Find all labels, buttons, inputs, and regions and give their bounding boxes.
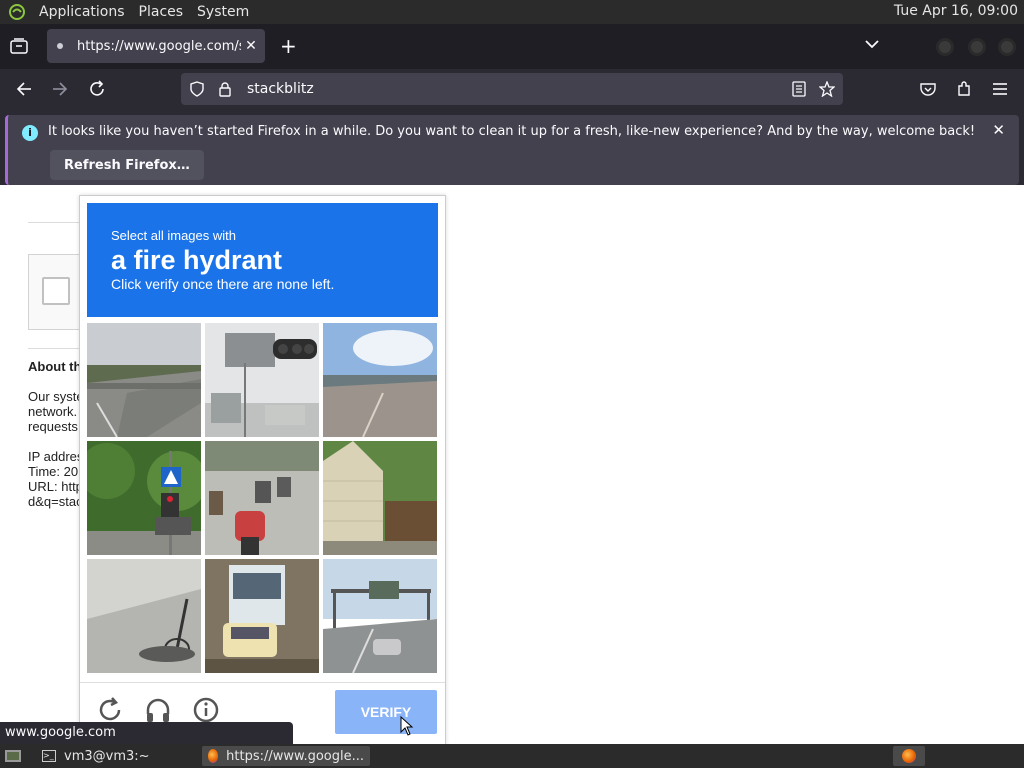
- url-bar[interactable]: stackblitz: [181, 73, 843, 105]
- para-line: requests: [28, 419, 78, 434]
- audio-challenge-icon[interactable]: [144, 696, 172, 724]
- reload-challenge-icon[interactable]: [96, 696, 124, 724]
- url-line: URL: http: [28, 479, 83, 494]
- clock[interactable]: Tue Apr 16, 09:00: [894, 3, 1018, 19]
- active-tab[interactable]: https://www.google.com/sorry/index ✕: [47, 29, 265, 63]
- close-window-button[interactable]: [998, 38, 1016, 56]
- maximize-button[interactable]: [968, 38, 986, 56]
- verify-button[interactable]: VERIFY: [335, 690, 437, 734]
- url-continued-line: d&q=stac: [28, 494, 83, 509]
- tab-favicon-icon: [57, 43, 63, 49]
- challenge-header: Select all images with a fire hydrant Cl…: [87, 203, 438, 317]
- reload-icon[interactable]: [85, 77, 109, 101]
- terminal-icon: >_: [42, 750, 56, 762]
- image-tile-4[interactable]: [87, 441, 201, 555]
- shield-icon[interactable]: [185, 77, 209, 101]
- bottom-taskbar: >_ vm3@vm3:~ https://www.google...: [0, 744, 1024, 768]
- notification-panel: i It looks like you haven’t started Fire…: [5, 115, 1019, 185]
- back-icon[interactable]: [12, 77, 36, 101]
- lock-icon[interactable]: [213, 77, 237, 101]
- tab-close-icon[interactable]: ✕: [241, 38, 261, 54]
- system-menu[interactable]: System: [190, 4, 256, 20]
- bookmark-star-icon[interactable]: [815, 77, 839, 101]
- about-heading: About th: [28, 359, 82, 374]
- refresh-firefox-button[interactable]: Refresh Firefox…: [50, 150, 204, 180]
- notification-close-icon[interactable]: ✕: [992, 121, 1005, 139]
- minimize-button[interactable]: [936, 38, 954, 56]
- tray-firefox-icon[interactable]: [893, 746, 925, 766]
- image-tile-8[interactable]: [205, 559, 319, 673]
- info-icon: i: [22, 125, 38, 141]
- top-panel: Applications Places System Tue Apr 16, 0…: [0, 0, 1024, 24]
- places-menu[interactable]: Places: [132, 4, 191, 20]
- notification-message: It looks like you haven’t started Firefo…: [48, 124, 976, 139]
- list-all-tabs-icon[interactable]: [864, 38, 880, 54]
- applications-menu[interactable]: Applications: [32, 4, 132, 20]
- navigation-toolbar: stackblitz: [0, 69, 1024, 109]
- hamburger-menu-icon[interactable]: [988, 77, 1012, 101]
- url-text[interactable]: stackblitz: [247, 81, 314, 97]
- image-grid: [87, 323, 438, 674]
- new-tab-button[interactable]: +: [280, 34, 297, 58]
- tab-strip: https://www.google.com/sorry/index ✕ +: [0, 24, 1024, 69]
- time-line: Time: 20: [28, 464, 79, 479]
- mouse-cursor-icon: [400, 715, 414, 740]
- captcha-challenge: Select all images with a fire hydrant Cl…: [79, 195, 446, 745]
- tab-title: https://www.google.com/sorry/index: [77, 38, 241, 54]
- taskbar-terminal[interactable]: >_ vm3@vm3:~: [36, 746, 156, 766]
- notification-bar: i It looks like you haven’t started Fire…: [0, 109, 1024, 185]
- image-tile-6[interactable]: [323, 441, 437, 555]
- image-tile-3[interactable]: [323, 323, 437, 437]
- reader-view-icon[interactable]: [787, 77, 811, 101]
- footer-divider: [80, 682, 445, 683]
- instruction-small: Select all images with: [111, 228, 236, 243]
- instruction-sub: Click verify once there are none left.: [111, 276, 335, 292]
- extensions-icon[interactable]: [952, 77, 976, 101]
- taskbar-firefox-label: https://www.google...: [226, 748, 364, 764]
- taskbar-firefox[interactable]: https://www.google...: [202, 746, 370, 766]
- forward-icon[interactable]: [48, 77, 72, 101]
- info-help-icon[interactable]: [192, 696, 220, 724]
- image-tile-9[interactable]: [323, 559, 437, 673]
- target-object: a fire hydrant: [111, 245, 283, 275]
- image-tile-1[interactable]: [87, 323, 201, 437]
- firefox-icon: [208, 749, 219, 763]
- recaptcha-checkbox[interactable]: [42, 277, 70, 305]
- ip-address-line: IP addres: [28, 449, 84, 464]
- para-line: network.: [28, 404, 78, 419]
- tab-overview-icon[interactable]: [10, 38, 28, 58]
- taskbar-terminal-label: vm3@vm3:~: [64, 748, 150, 764]
- image-tile-7[interactable]: [87, 559, 201, 673]
- pocket-icon[interactable]: [916, 77, 940, 101]
- show-desktop-icon[interactable]: [4, 748, 22, 768]
- para-line: Our syste: [28, 389, 84, 404]
- image-tile-5[interactable]: [205, 441, 319, 555]
- distro-logo-icon[interactable]: [6, 1, 28, 23]
- status-url-overlay: www.google.com: [0, 722, 293, 744]
- image-tile-2[interactable]: [205, 323, 319, 437]
